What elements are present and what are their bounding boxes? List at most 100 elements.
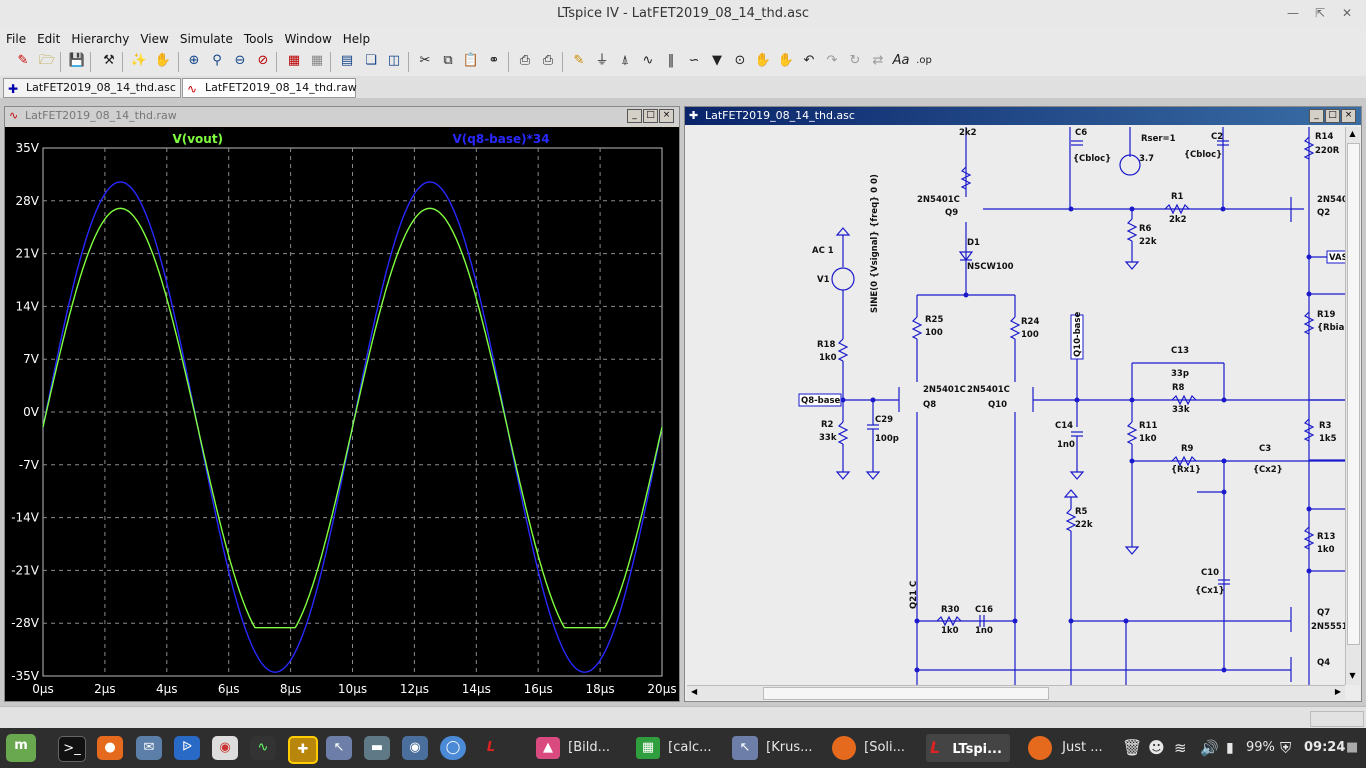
tile-horizontal-icon[interactable]: ▤ [338, 52, 356, 70]
clock[interactable]: 09:24 [1304, 734, 1345, 762]
menu-help[interactable]: Help [337, 30, 375, 46]
task-firefox[interactable]: [Soli... [832, 734, 905, 762]
zoom-area-icon[interactable]: ⚲ [208, 52, 226, 70]
zoom-in-icon[interactable]: ⊕ [185, 52, 203, 70]
browser-icon[interactable]: ◯ [440, 736, 466, 760]
text-icon[interactable]: Aa [892, 52, 910, 70]
schematic-icon: ✚ [8, 82, 19, 96]
diode-icon[interactable]: ▼ [708, 52, 726, 70]
schematic-close-button[interactable]: × [1341, 109, 1356, 123]
schematic-canvas[interactable]: 2k2 C6 {Cbloc} Rser=1 3.7 C2 {Cbloc} R14… [687, 127, 1345, 685]
label-r5-value: 22k [1075, 520, 1093, 530]
chrome-icon[interactable]: ◉ [212, 736, 238, 760]
move-icon[interactable]: ✋ [754, 52, 772, 70]
plot-pane[interactable]: 0µs 2µs 4µs 6µs 8µs 10µs 12µs 14µs 16µs 18µs 20µs 3… [5, 127, 679, 701]
task-image-viewer[interactable]: ▲ [Bild... [536, 734, 610, 762]
menu-window[interactable]: Window [278, 30, 336, 46]
schematic-maximize-button[interactable]: □ [1325, 109, 1340, 123]
bluetooth-icon[interactable]: ᐉ [174, 736, 200, 760]
undo-icon[interactable]: ↶ [800, 52, 818, 70]
copy-icon[interactable]: ⧉ [439, 52, 457, 70]
ground-icon[interactable]: ⏚ [593, 52, 611, 70]
minimize-button[interactable]: — [1287, 6, 1299, 20]
label-net-icon[interactable]: ⍋ [616, 52, 634, 70]
find-icon[interactable]: ⚭ [485, 52, 503, 70]
resistor-icon[interactable]: ∿ [639, 52, 657, 70]
horizontal-scroll-thumb[interactable] [763, 687, 1049, 700]
task-ltspice[interactable]: L LTspi... [926, 734, 1010, 762]
waveform-plot[interactable]: 0µs 2µs 4µs 6µs 8µs 10µs 12µs 14µs 16µs 18µs 20µs 3… [5, 127, 679, 701]
system-monitor-icon[interactable]: ∿ [250, 736, 276, 760]
capacitor-icon[interactable]: ‖ [662, 52, 680, 70]
restore-button[interactable]: ⇱ [1315, 6, 1325, 20]
rotate-icon[interactable]: ↻ [846, 52, 864, 70]
trash-icon[interactable]: 🗑 [1122, 734, 1142, 762]
menu-tools[interactable]: Tools [238, 30, 279, 46]
wire-icon[interactable]: ✎ [570, 52, 588, 70]
schematic-drawing: 2k2 C6 {Cbloc} Rser=1 3.7 C2 {Cbloc} R14… [798, 127, 1345, 685]
menu-file[interactable]: File [0, 30, 31, 46]
mirror-icon[interactable]: ⇄ [869, 52, 887, 70]
paste-icon[interactable]: 📋 [462, 52, 480, 70]
shield-icon[interactable]: ⛨ [1280, 734, 1291, 762]
ltspice-icon[interactable]: L [478, 736, 504, 760]
fft-icon[interactable]: ▦ [308, 52, 326, 70]
drag-icon[interactable]: ✋ [777, 52, 795, 70]
mail-icon[interactable]: ✉ [136, 736, 162, 760]
autorange-icon[interactable]: ▦ [285, 52, 303, 70]
battery-icon[interactable]: ▮ [1226, 734, 1234, 762]
spice-directive-icon[interactable]: .op [915, 52, 933, 70]
window-selector-icon[interactable]: ↖ [326, 736, 352, 760]
mint-menu-icon[interactable]: m [6, 734, 36, 762]
vertical-scrollbar[interactable]: ▲ ▼ [1345, 127, 1360, 685]
task-krusader[interactable]: ↖ [Krus... [732, 734, 813, 762]
open-icon[interactable]: 🗁 [38, 52, 56, 70]
show-desktop-icon[interactable]: ■ [1346, 734, 1358, 762]
firefox-icon[interactable]: ● [97, 736, 123, 760]
schematic-minimize-button[interactable]: _ [1309, 109, 1324, 123]
scroll-left-icon[interactable]: ◀ [691, 687, 697, 696]
ltspice-launcher-icon[interactable]: ✚ [288, 736, 318, 764]
menu-view[interactable]: View [134, 30, 173, 46]
tile-vertical-icon[interactable]: ◫ [385, 52, 403, 70]
zoom-fit-icon[interactable]: ⊘ [254, 52, 272, 70]
scroll-right-icon[interactable]: ▶ [1335, 687, 1341, 696]
workspace-icon[interactable]: ▬ [364, 736, 390, 760]
waveform-maximize-button[interactable]: □ [643, 109, 658, 123]
component-icon[interactable]: ⊙ [731, 52, 749, 70]
halt-icon[interactable]: ✋ [154, 52, 172, 70]
menu-simulate[interactable]: Simulate [174, 30, 238, 46]
x-tick-label: 12µs [400, 682, 429, 696]
print-setup-icon[interactable]: ⎙ [516, 52, 534, 70]
menu-hierarchy[interactable]: Hierarchy [65, 30, 134, 46]
menu-edit[interactable]: Edit [31, 30, 65, 46]
new-schematic-icon[interactable]: ✎ [14, 52, 32, 70]
print-icon[interactable]: ⎙ [539, 52, 557, 70]
inductor-icon[interactable]: ∽ [685, 52, 703, 70]
zoom-out-icon[interactable]: ⊖ [231, 52, 249, 70]
save-icon[interactable]: 💾 [68, 52, 86, 70]
schematic-window-titlebar[interactable]: ✚ LatFET2019_08_14_thd.asc [685, 107, 1361, 125]
control-panel-icon[interactable]: ⚒ [100, 52, 118, 70]
scroll-down-icon[interactable]: ▼ [1347, 671, 1358, 683]
wifi-icon[interactable]: ≋ [1174, 734, 1187, 762]
cut-icon[interactable]: ✂ [416, 52, 434, 70]
tab-waveform[interactable]: ∿ LatFET2019_08_14_thd.raw [182, 78, 357, 98]
close-button[interactable]: ✕ [1342, 6, 1352, 20]
horizontal-scrollbar[interactable]: ◀ ▶ [687, 685, 1345, 700]
vertical-scroll-thumb[interactable] [1347, 143, 1360, 645]
cascade-icon[interactable]: ❏ [362, 52, 380, 70]
tab-schematic[interactable]: ✚ LatFET2019_08_14_thd.asc [3, 78, 181, 98]
waveform-window-titlebar[interactable]: ∿ LatFET2019_08_14_thd.raw [5, 107, 679, 125]
volume-icon[interactable]: 🔊 [1200, 734, 1219, 762]
waveform-minimize-button[interactable]: _ [627, 109, 642, 123]
task-firefox-2[interactable]: Just ... [1028, 734, 1103, 762]
screenshot-icon[interactable]: ◉ [402, 736, 428, 760]
task-calc[interactable]: ▦ [calc... [636, 734, 711, 762]
waveform-close-button[interactable]: × [659, 109, 674, 123]
user-icon[interactable]: ☻ [1148, 734, 1165, 762]
redo-icon[interactable]: ↷ [823, 52, 841, 70]
run-icon[interactable]: ✨ [130, 52, 148, 70]
terminal-icon[interactable]: >_ [58, 736, 86, 762]
scroll-up-icon[interactable]: ▲ [1347, 129, 1358, 141]
